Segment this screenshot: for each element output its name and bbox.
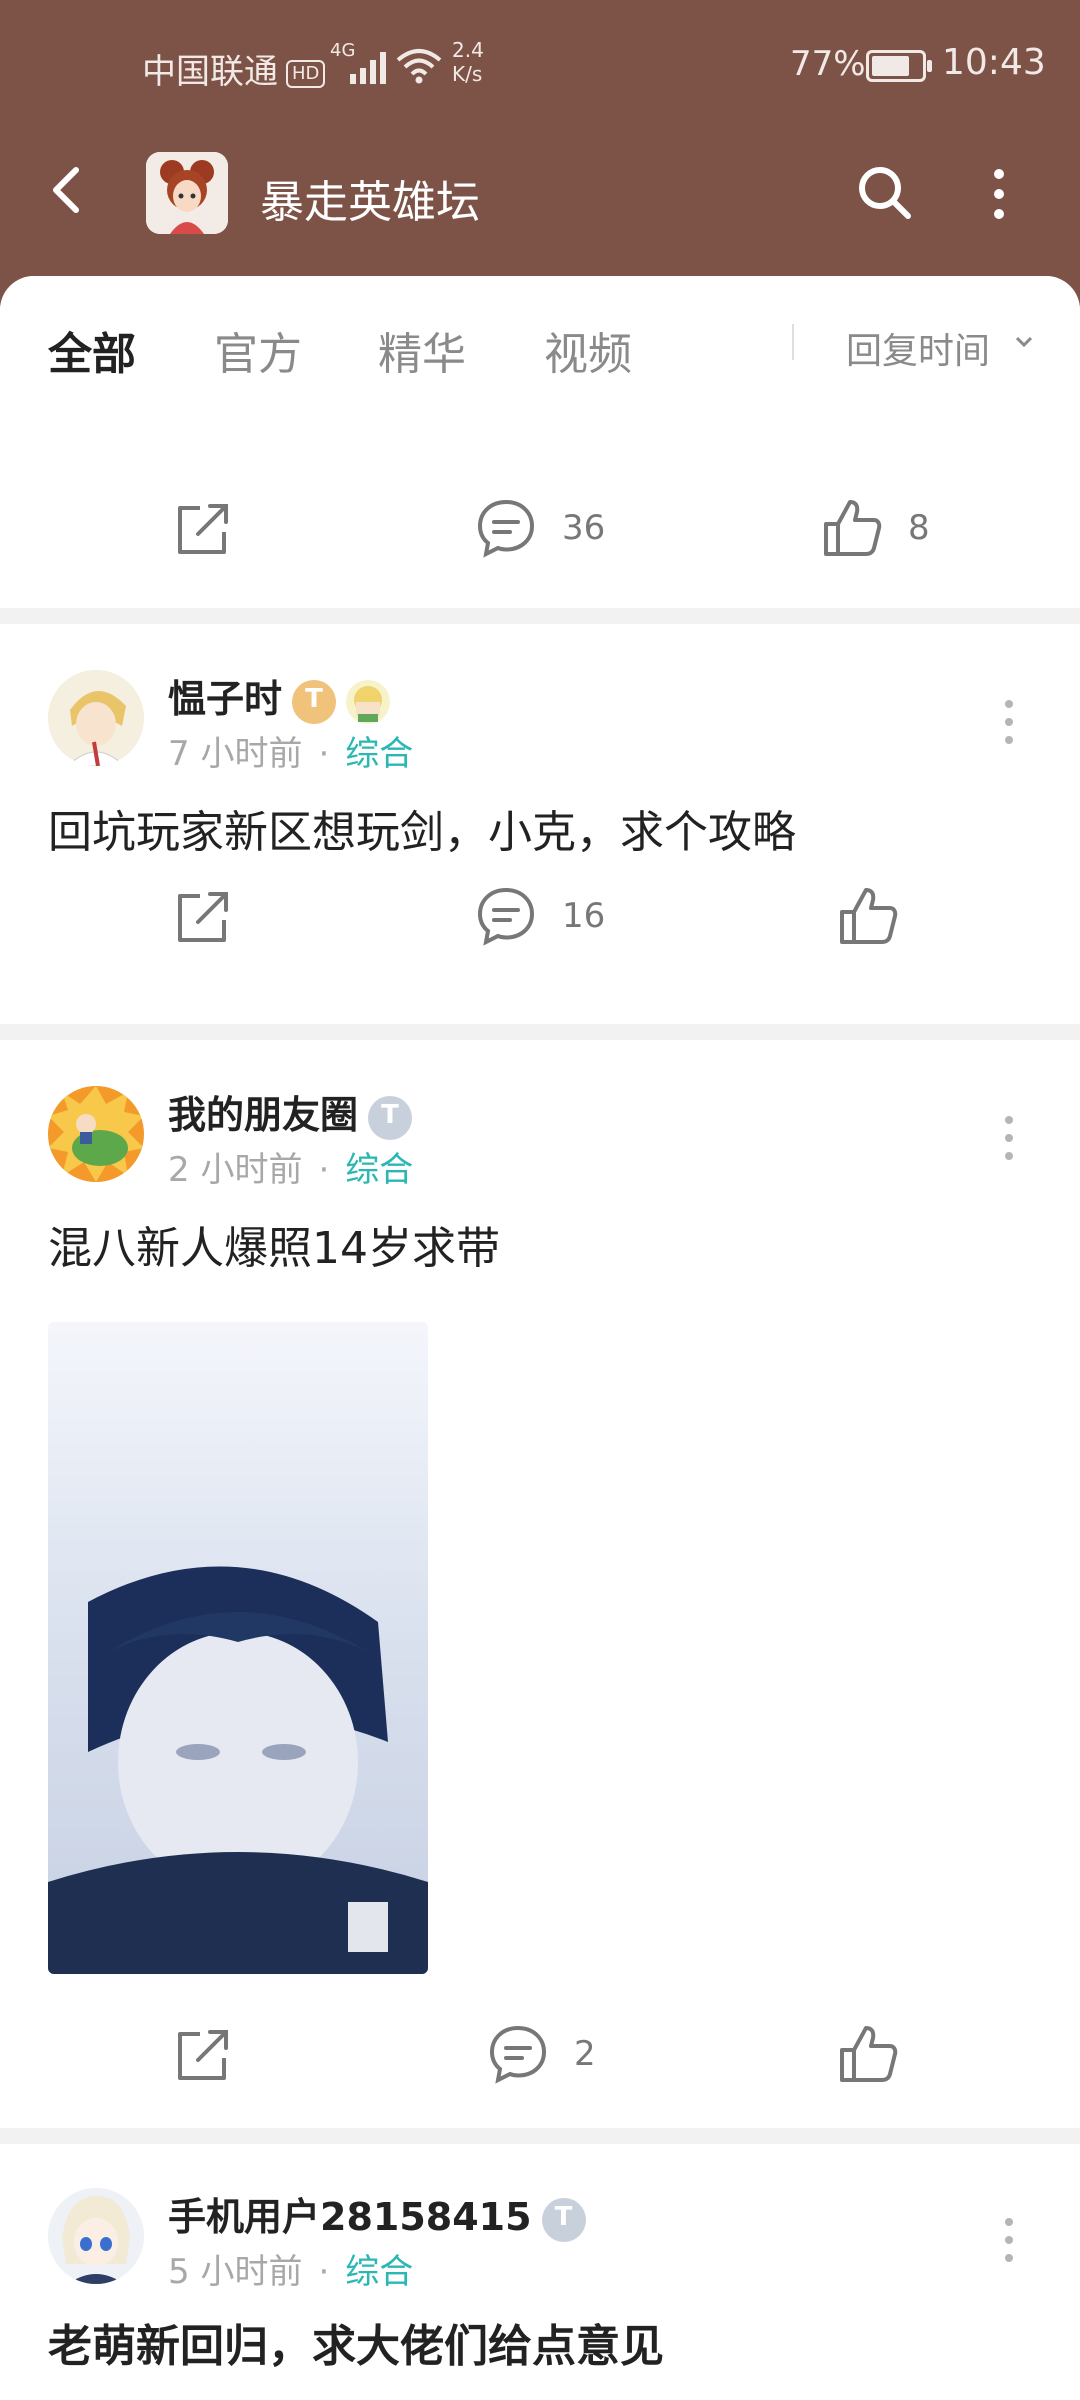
comment-icon — [489, 2025, 547, 2084]
tab-video[interactable]: 视频 — [544, 318, 632, 382]
signal-icon — [350, 52, 386, 84]
back-arrow-icon[interactable] — [40, 162, 96, 218]
category-tag[interactable]: 综合 — [345, 1150, 413, 1190]
avatar[interactable] — [48, 1086, 144, 1182]
tab-all[interactable]: 全部 — [48, 318, 136, 382]
username[interactable]: 我的朋友圈 T — [168, 1084, 413, 1140]
post-time: 2 小时前 — [168, 1150, 303, 1190]
battery-percent: 77% — [790, 44, 866, 84]
forum-avatar[interactable] — [146, 152, 228, 234]
medal-icon — [346, 679, 391, 724]
post-image[interactable] — [48, 1322, 428, 1974]
level-badge: T — [541, 2197, 586, 2242]
post-actions: 36 8 — [0, 466, 1080, 586]
share-button[interactable] — [172, 2022, 236, 2086]
more-vertical-icon[interactable] — [984, 164, 1014, 224]
share-button[interactable] — [172, 884, 236, 948]
post-actions: 16 — [0, 854, 1080, 974]
section-divider — [0, 1024, 1080, 1040]
status-time: 10:43 — [942, 42, 1046, 83]
post-time: 7 小时前 — [168, 734, 303, 774]
post-title[interactable]: 老萌新回归，求大佬们给点意见 — [48, 2310, 664, 2374]
chevron-down-icon[interactable] — [1014, 334, 1034, 350]
level-badge: T — [368, 1095, 413, 1140]
comment-count: 16 — [562, 896, 606, 936]
username[interactable]: 愠子时 T — [168, 668, 391, 724]
avatar[interactable] — [48, 2188, 144, 2284]
hd-icon: HD — [286, 59, 326, 88]
app-header: 中国联通 HD 4G 2.4 K/s 77% 10:43 暴走英雄坛 — [0, 0, 1080, 320]
status-bar: 中国联通 HD 4G 2.4 K/s 77% 10:43 — [0, 0, 1080, 130]
more-vertical-icon[interactable] — [1000, 696, 1018, 748]
more-vertical-icon[interactable] — [1000, 2214, 1018, 2266]
post-meta: 5 小时前 · 综合 — [168, 2252, 414, 2292]
network-speed: 2.4 K/s — [452, 38, 484, 86]
post-text[interactable]: 混八新人爆照14岁求带 — [48, 1212, 500, 1276]
comment-button[interactable]: 2 — [486, 2022, 596, 2086]
battery-icon — [866, 50, 932, 82]
nav-bar: 暴走英雄坛 — [0, 140, 1080, 250]
like-button[interactable] — [836, 2022, 900, 2086]
comment-icon — [477, 499, 535, 558]
post-text[interactable]: 回坑玩家新区想玩剑，小克，求个攻略 — [48, 796, 796, 860]
carrier-label: 中国联通 HD — [142, 44, 326, 93]
like-count: 8 — [908, 508, 930, 548]
thumbs-up-icon — [840, 2026, 898, 2082]
comment-count: 2 — [574, 2034, 596, 2074]
share-icon — [178, 892, 228, 942]
tab-official[interactable]: 官方 — [214, 318, 302, 382]
like-button[interactable]: 8 — [820, 496, 930, 560]
post-meta: 2 小时前 · 综合 — [168, 1150, 414, 1190]
comment-icon — [477, 887, 535, 946]
username[interactable]: 手机用户28158415 T — [168, 2186, 586, 2242]
wifi-icon — [396, 49, 442, 84]
comment-button[interactable]: 16 — [474, 884, 605, 948]
category-tag[interactable]: 综合 — [345, 734, 413, 774]
comment-button[interactable]: 36 — [474, 496, 605, 560]
section-divider — [0, 2128, 1080, 2144]
tab-featured[interactable]: 精华 — [378, 318, 466, 382]
post-meta: 7 小时前 · 综合 — [168, 734, 414, 774]
more-vertical-icon[interactable] — [1000, 1112, 1018, 1164]
filter-tabs: 全部 官方 精华 视频 回复时间 — [0, 276, 1080, 406]
thumbs-up-icon — [824, 500, 882, 556]
comment-count: 36 — [562, 508, 606, 548]
share-icon — [178, 504, 228, 554]
avatar[interactable] — [48, 670, 144, 766]
thumbs-up-icon — [840, 888, 898, 944]
section-divider — [0, 608, 1080, 624]
tab-divider — [792, 324, 794, 360]
share-icon — [178, 2030, 228, 2080]
post-time: 5 小时前 — [168, 2252, 303, 2292]
content-sheet: 全部 官方 精华 视频 回复时间 36 8 愠子时 T 7 小时前 · 综合 回… — [0, 276, 1080, 2400]
battery-level — [872, 56, 909, 76]
level-badge: T — [292, 679, 337, 724]
category-tag[interactable]: 综合 — [345, 2252, 413, 2292]
like-button[interactable] — [836, 884, 900, 948]
forum-title: 暴走英雄坛 — [260, 177, 480, 228]
search-icon[interactable] — [852, 160, 916, 224]
sort-dropdown[interactable]: 回复时间 — [846, 322, 990, 374]
post-actions: 2 — [0, 1992, 1080, 2112]
share-button[interactable] — [172, 496, 236, 560]
